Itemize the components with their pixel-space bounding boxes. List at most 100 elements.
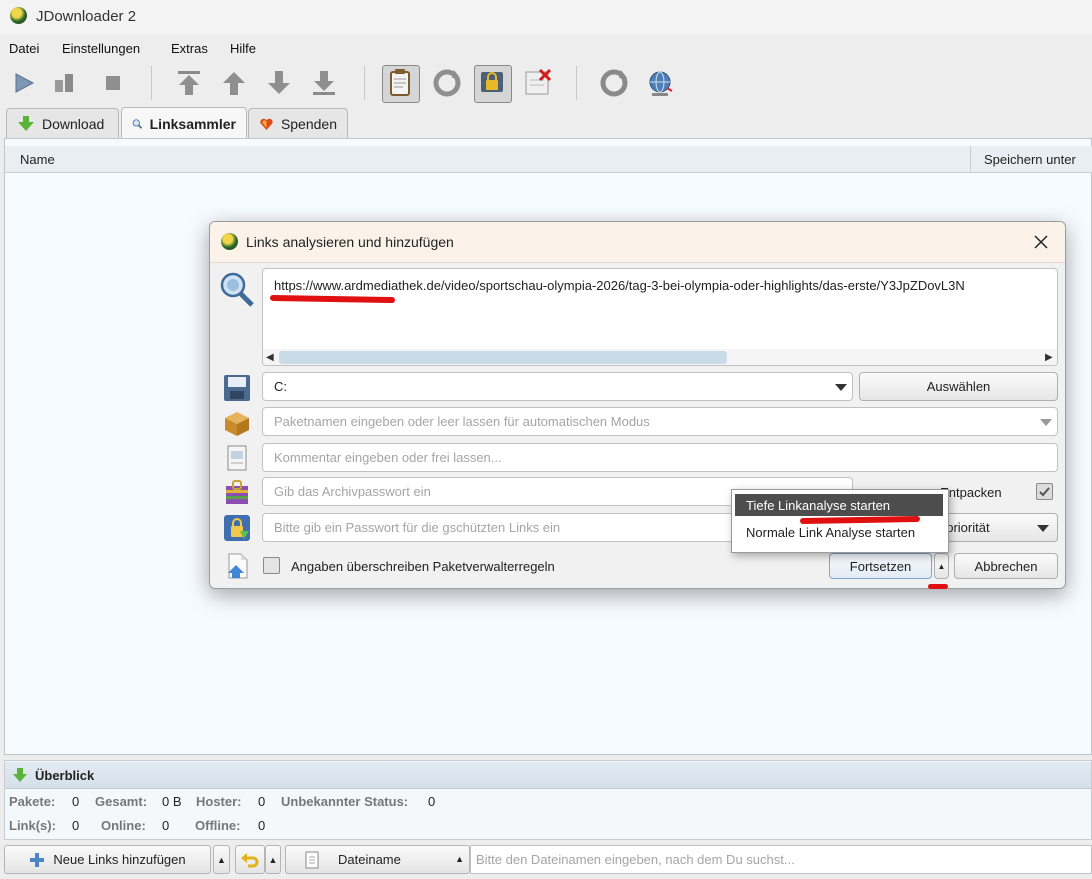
stat-links-value: 0 (72, 818, 80, 833)
choose-folder-button[interactable]: Auswählen (859, 372, 1058, 401)
chevron-down-icon (835, 384, 847, 391)
add-links-menu-button[interactable]: ▲ (213, 845, 230, 874)
link-password-placeholder: Bitte gib ein Passwort für die gschützte… (274, 520, 561, 535)
stat-total-value: 0 B (162, 794, 182, 809)
stat-offline-value: 0 (258, 818, 266, 833)
comment-placeholder: Kommentar eingeben oder frei lassen... (274, 450, 502, 465)
link-password-icon (222, 513, 252, 543)
pause-icon (55, 74, 73, 92)
tab-download[interactable]: Download (6, 108, 119, 138)
move-up-icon (223, 72, 245, 95)
clipboard-monitor-toggle[interactable] (382, 65, 420, 103)
comment-input[interactable]: Kommentar eingeben oder frei lassen... (262, 443, 1058, 472)
reconnect-icon (433, 69, 461, 97)
premium-toggle[interactable] (474, 65, 512, 103)
save-path-select[interactable]: C: (262, 372, 853, 401)
package-name-input[interactable]: Paketnamen eingeben oder leer lassen für… (262, 407, 1058, 436)
overview-header[interactable]: Überblick (5, 762, 1091, 789)
file-icon (305, 851, 319, 868)
add-new-links-button[interactable]: Neue Links hinzufügen (4, 845, 211, 874)
move-up-button[interactable] (217, 66, 251, 100)
download-arrow-icon (18, 115, 34, 131)
stat-unknown-value: 0 (428, 794, 436, 809)
menu-extras[interactable]: Extras (171, 41, 208, 56)
stat-online-value: 0 (162, 818, 170, 833)
pause-downloads-button[interactable] (48, 66, 82, 100)
comment-note-icon (222, 443, 252, 473)
clear-list-button[interactable] (235, 845, 265, 874)
cancel-button[interactable]: Abbrechen (954, 553, 1058, 579)
continue-button[interactable]: Fortsetzen (829, 553, 932, 579)
stat-packages-label: Pakete: (9, 794, 56, 809)
horizontal-scrollbar[interactable]: ◀ ▶ (263, 349, 1057, 365)
move-top-icon (178, 71, 200, 95)
silent-mode-button[interactable] (520, 66, 554, 100)
tab-spenden[interactable]: Spenden (248, 108, 348, 138)
update-button[interactable] (597, 66, 631, 100)
overwrite-rules-checkbox[interactable] (263, 557, 280, 574)
tab-linksammler-label: Linksammler (149, 115, 236, 132)
move-to-top-button[interactable] (172, 66, 206, 100)
stat-hoster-value: 0 (258, 794, 266, 809)
column-save-to-header[interactable]: Speichern unter (984, 152, 1076, 167)
url-text: https://www.ardmediathek.de/video/sports… (274, 278, 965, 293)
clear-menu-button[interactable]: ▲ (265, 845, 281, 874)
play-icon (15, 73, 35, 93)
auto-extract-checkbox[interactable] (1036, 483, 1053, 500)
package-box-icon (222, 408, 252, 438)
tab-download-label: Download (42, 115, 105, 132)
scroll-right-icon[interactable]: ▶ (1045, 352, 1053, 363)
close-icon[interactable] (1029, 230, 1053, 254)
auto-reconnect-button[interactable] (430, 66, 464, 100)
stop-icon (106, 76, 120, 90)
table-header: Name Speichern unter (5, 146, 1092, 173)
menu-einstellungen[interactable]: Einstellungen (62, 41, 140, 56)
menu-bar: Datei Einstellungen Extras Hilfe (0, 37, 1092, 59)
continue-options-button[interactable]: ▲ (934, 553, 949, 579)
package-dropdown-icon (1040, 419, 1052, 426)
plus-icon (30, 852, 45, 867)
tab-spenden-label: Spenden (280, 115, 337, 132)
save-disk-icon (222, 373, 252, 403)
menu-item-deep-analysis[interactable]: Tiefe Linkanalyse starten (735, 494, 943, 516)
red-annotation-dash-options (928, 584, 948, 589)
window-titlebar: JDownloader 2 (0, 0, 1092, 34)
tab-linksammler[interactable]: Linksammler (121, 107, 247, 139)
stat-packages-value: 0 (72, 794, 80, 809)
clipboard-off-icon (525, 68, 552, 95)
reconnect-globe-button[interactable] (643, 66, 677, 100)
menu-item-normal-analysis[interactable]: Normale Link Analyse starten (735, 521, 943, 543)
package-name-placeholder: Paketnamen eingeben oder leer lassen für… (274, 414, 650, 429)
analyze-search-icon (218, 271, 256, 309)
add-new-links-label: Neue Links hinzufügen (53, 852, 186, 867)
linkgrabber-icon (132, 118, 143, 129)
stat-online-label: Online: (101, 818, 146, 833)
scroll-left-icon[interactable]: ◀ (266, 352, 274, 363)
start-downloads-button[interactable] (6, 66, 40, 100)
url-textarea[interactable]: https://www.ardmediathek.de/video/sports… (262, 268, 1058, 366)
overview-download-icon (13, 768, 27, 782)
menu-hilfe[interactable]: Hilfe (230, 41, 256, 56)
globe-icon (649, 71, 673, 96)
search-input[interactable]: Bitte den Dateinamen eingeben, nach dem … (470, 845, 1092, 874)
scrollbar-thumb[interactable] (279, 351, 727, 364)
menu-datei[interactable]: Datei (9, 41, 39, 56)
dialog-title: Links analysieren und hinzufügen (246, 234, 454, 250)
priority-chevron-icon (1037, 525, 1049, 532)
move-to-bottom-button[interactable] (307, 66, 341, 100)
move-down-icon (268, 71, 290, 94)
stat-offline-label: Offline: (195, 818, 241, 833)
heart-icon (260, 118, 273, 130)
move-down-button[interactable] (262, 66, 296, 100)
column-name-header[interactable]: Name (20, 152, 55, 167)
sort-field-select[interactable]: Dateiname ▲ (285, 845, 470, 874)
stat-hoster-label: Hoster: (196, 794, 242, 809)
stat-unknown-label: Unbekannter Status: (281, 794, 409, 809)
dialog-logo-icon (221, 233, 238, 250)
archive-password-placeholder: Gib das Archivpasswort ein (274, 484, 431, 499)
stop-downloads-button[interactable] (96, 66, 130, 100)
clipboard-icon (390, 69, 410, 96)
undo-arrow-icon (241, 852, 259, 867)
window-title: JDownloader 2 (36, 8, 137, 25)
stat-total-label: Gesamt: (95, 794, 148, 809)
